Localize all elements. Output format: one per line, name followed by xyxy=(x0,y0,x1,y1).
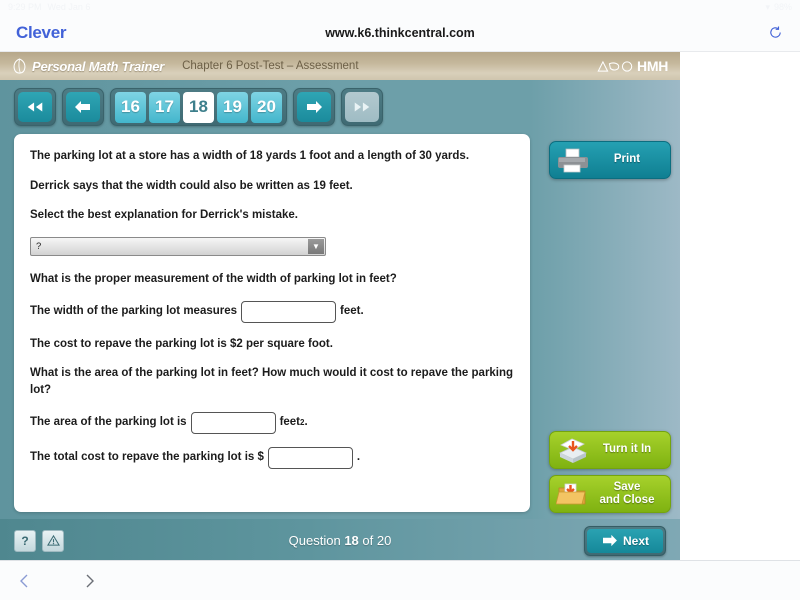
width-label-before: The width of the parking lot measures xyxy=(30,305,238,318)
reload-icon[interactable] xyxy=(766,24,784,42)
turn-it-in-button[interactable]: Turn it In xyxy=(549,431,671,469)
area-answer-row: The area of the parking lot is feet 2. xyxy=(30,411,514,434)
question-panel: The parking lot at a store has a width o… xyxy=(14,134,530,512)
width-label-after: feet. xyxy=(340,305,364,318)
next-button[interactable]: Next xyxy=(584,525,666,556)
explanation-dropdown[interactable]: ? ▼ xyxy=(30,237,326,257)
area-label-end: . xyxy=(304,416,308,429)
question-text-line-4: What is the proper measurement of the wi… xyxy=(30,273,397,286)
web-app-viewport: Personal Math Trainer Chapter 6 Post-Tes… xyxy=(0,52,680,560)
pmt-shell-icon xyxy=(13,57,26,74)
last-page-button xyxy=(341,88,383,126)
hmh-logo: HMH xyxy=(596,58,668,74)
tool-sidebar: Print Turn it In Save and Close xyxy=(530,134,680,519)
page-number-19[interactable]: 19 xyxy=(217,91,248,123)
hmh-mark-icon xyxy=(597,60,633,72)
browser-toolbar: Clever www.k6.thinkcentral.com xyxy=(0,14,800,52)
browser-bottom-bar xyxy=(0,560,800,600)
status-date: Wed Jan 6 xyxy=(47,2,91,12)
cost-label-before: The total cost to repave the parking lot… xyxy=(30,451,264,464)
clever-logo[interactable]: Clever xyxy=(16,23,66,43)
page-right-margin xyxy=(680,52,800,560)
first-page-button[interactable] xyxy=(14,88,56,126)
print-button-label: Print xyxy=(613,153,641,166)
cost-input[interactable] xyxy=(267,446,353,469)
alert-button[interactable] xyxy=(42,529,64,552)
print-button[interactable]: Print xyxy=(549,141,671,179)
question-counter: Question 18 of 20 xyxy=(0,533,680,548)
browser-back-button[interactable] xyxy=(14,570,36,592)
counter-current: 18 xyxy=(344,533,359,548)
save-and-close-button[interactable]: Save and Close xyxy=(549,475,671,513)
screen-root: 9:29 PM Wed Jan 6 ▾ 98% Clever www.k6.th… xyxy=(0,0,800,600)
page-number-20[interactable]: 20 xyxy=(251,91,282,123)
hmh-wordmark: HMH xyxy=(637,58,668,74)
question-text-line-7: What is the area of the parking lot in f… xyxy=(30,367,514,397)
dropdown-selected-value: ? xyxy=(36,241,42,253)
chapter-title: Chapter 6 Post-Test – Assessment xyxy=(182,60,359,72)
app-footer-bar: ? Question 18 of 20 Next xyxy=(0,519,680,560)
page-number-group: 16 17 18 19 20 xyxy=(110,88,287,126)
submit-button-group: Turn it In Save and Close xyxy=(549,431,671,513)
battery-percent: 98% xyxy=(773,2,792,12)
browser-forward-button[interactable] xyxy=(78,570,100,592)
page-number-17[interactable]: 17 xyxy=(149,91,180,123)
footer-icon-group: ? xyxy=(14,529,64,552)
product-title: Personal Math Trainer xyxy=(32,58,165,74)
save-and-close-label: Save and Close xyxy=(599,480,655,506)
next-button-label: Next xyxy=(622,533,649,548)
area-label-after: feet xyxy=(279,416,301,429)
wifi-icon: ▾ xyxy=(765,1,770,12)
next-page-button[interactable] xyxy=(293,88,335,126)
area-input[interactable] xyxy=(190,411,276,434)
counter-total: 20 xyxy=(376,533,392,548)
inbox-tray-icon xyxy=(559,438,587,463)
page-number-18-current[interactable]: 18 xyxy=(183,91,214,123)
address-bar-url[interactable]: www.k6.thinkcentral.com xyxy=(0,26,800,40)
folder-download-icon xyxy=(556,483,586,505)
width-input[interactable] xyxy=(241,300,337,323)
page-number-16[interactable]: 16 xyxy=(115,91,146,123)
question-text-line-3: Select the best explanation for Derrick'… xyxy=(30,209,298,222)
printer-icon xyxy=(558,148,588,173)
question-mark-icon: ? xyxy=(21,533,29,548)
counter-prefix: Question xyxy=(288,533,341,548)
area-label-before: The area of the parking lot is xyxy=(30,416,187,429)
counter-middle: of xyxy=(362,533,374,548)
status-time: 9:29 PM xyxy=(8,2,42,12)
width-answer-row: The width of the parking lot measures fe… xyxy=(30,300,514,323)
question-text-line-1: The parking lot at a store has a width o… xyxy=(30,150,470,162)
device-status-bar: 9:29 PM Wed Jan 6 ▾ 98% xyxy=(0,0,800,14)
chevron-down-icon: ▼ xyxy=(308,239,324,255)
page-navigation-bar: 16 17 18 19 20 xyxy=(0,80,680,134)
app-content-area: The parking lot at a store has a width o… xyxy=(0,134,680,519)
help-button[interactable]: ? xyxy=(14,529,36,552)
arrow-right-icon xyxy=(602,534,617,547)
app-header-bar: Personal Math Trainer Chapter 6 Post-Tes… xyxy=(0,52,680,80)
turn-it-in-label: Turn it In xyxy=(602,443,652,456)
question-text-line-6: The cost to repave the parking lot is $2… xyxy=(30,337,333,350)
cost-answer-row: The total cost to repave the parking lot… xyxy=(30,446,514,469)
previous-page-button[interactable] xyxy=(62,88,104,126)
warning-triangle-icon xyxy=(46,534,60,546)
cost-label-after: . xyxy=(356,451,361,464)
question-text-line-2: Derrick says that the width could also b… xyxy=(30,179,353,192)
